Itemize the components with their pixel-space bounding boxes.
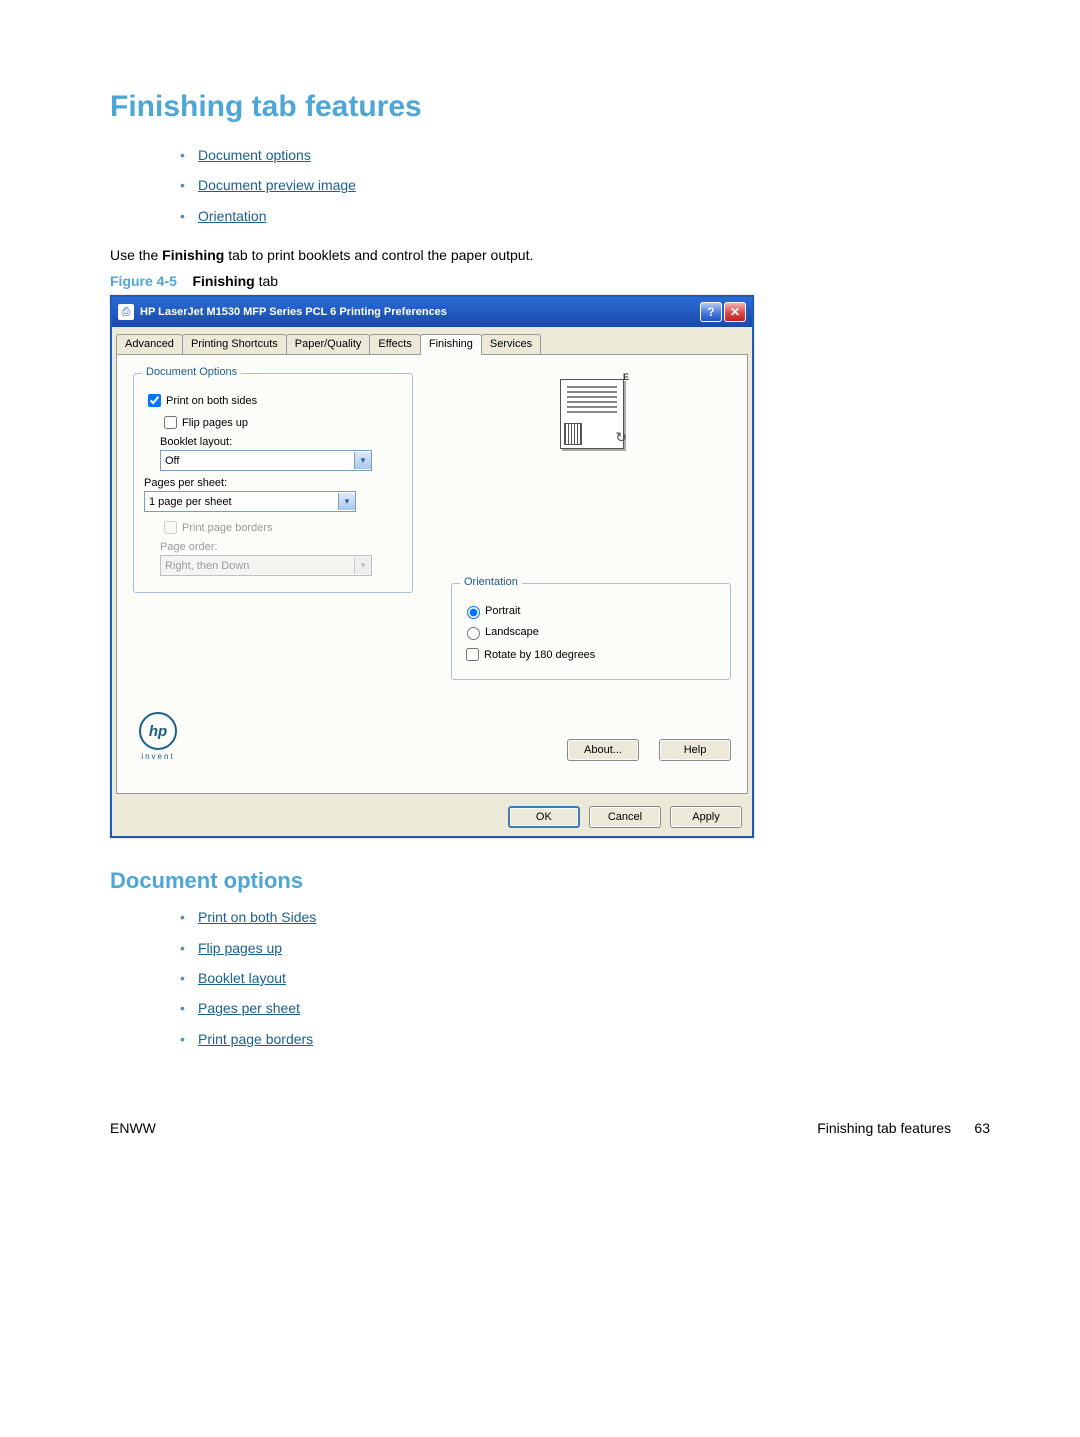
tab-services[interactable]: Services bbox=[481, 334, 541, 355]
link-orientation[interactable]: Orientation bbox=[198, 208, 266, 224]
tab-finishing[interactable]: Finishing bbox=[420, 334, 482, 355]
dialog-button-row: OK Cancel Apply bbox=[112, 798, 752, 836]
link-flip-pages-up[interactable]: Flip pages up bbox=[198, 940, 282, 956]
tab-advanced[interactable]: Advanced bbox=[116, 334, 183, 355]
portrait-label: Portrait bbox=[485, 605, 520, 617]
intro-post: tab to print booklets and control the pa… bbox=[224, 247, 533, 263]
footer-section-title: Finishing tab features bbox=[817, 1120, 951, 1136]
tab-body: Document Options Print on both sides Fli… bbox=[116, 354, 748, 794]
page-footer: ENWW Finishing tab features 63 bbox=[110, 1120, 990, 1136]
flip-pages-up-checkbox[interactable] bbox=[164, 416, 177, 429]
landscape-radio[interactable] bbox=[467, 627, 480, 640]
ok-button[interactable]: OK bbox=[508, 806, 580, 828]
booklet-layout-label: Booklet layout: bbox=[160, 436, 402, 448]
print-page-borders-checkbox bbox=[164, 521, 177, 534]
flip-pages-up-label: Flip pages up bbox=[182, 417, 248, 429]
flip-pages-up-row[interactable]: Flip pages up bbox=[160, 413, 402, 432]
print-both-sides-label: Print on both sides bbox=[166, 395, 257, 407]
link-document-preview-image[interactable]: Document preview image bbox=[198, 177, 356, 193]
chevron-down-icon: ▾ bbox=[354, 557, 371, 574]
tab-printing-shortcuts[interactable]: Printing Shortcuts bbox=[182, 334, 287, 355]
print-page-borders-label: Print page borders bbox=[182, 522, 273, 534]
intro-bold: Finishing bbox=[162, 247, 224, 263]
print-preferences-dialog: ⎙ HP LaserJet M1530 MFP Series PCL 6 Pri… bbox=[110, 295, 754, 838]
cancel-button[interactable]: Cancel bbox=[589, 806, 661, 828]
sub-link-list: Print on both Sides Flip pages up Bookle… bbox=[110, 906, 990, 1050]
print-page-borders-row: Print page borders bbox=[160, 518, 402, 537]
footer-left: ENWW bbox=[110, 1120, 156, 1136]
pages-per-sheet-label: Pages per sheet: bbox=[144, 477, 402, 489]
figure-label: Figure 4-5 bbox=[110, 273, 177, 289]
figure-title-bold: Finishing bbox=[192, 273, 254, 289]
about-button[interactable]: About... bbox=[567, 739, 639, 761]
page-order-label: Page order: bbox=[160, 541, 402, 553]
document-options-legend: Document Options bbox=[142, 366, 241, 378]
print-both-sides-checkbox[interactable] bbox=[148, 394, 161, 407]
page-number: 63 bbox=[974, 1120, 990, 1136]
link-booklet-layout[interactable]: Booklet layout bbox=[198, 970, 286, 986]
tab-effects[interactable]: Effects bbox=[369, 334, 420, 355]
link-print-both-sides[interactable]: Print on both Sides bbox=[198, 909, 316, 925]
page-order-combo: Right, then Down ▾ bbox=[160, 555, 372, 576]
page-title: Finishing tab features bbox=[110, 90, 990, 124]
orientation-legend: Orientation bbox=[460, 576, 522, 588]
titlebar-close-button[interactable]: ✕ bbox=[724, 302, 746, 322]
titlebar: ⎙ HP LaserJet M1530 MFP Series PCL 6 Pri… bbox=[112, 297, 752, 327]
tab-paper-quality[interactable]: Paper/Quality bbox=[286, 334, 371, 355]
chevron-down-icon: ▾ bbox=[354, 452, 371, 469]
landscape-label: Landscape bbox=[485, 626, 539, 638]
hp-logo-icon: hp bbox=[139, 712, 177, 750]
document-options-group: Document Options Print on both sides Fli… bbox=[133, 373, 413, 593]
hp-logo: hp invent bbox=[133, 712, 183, 761]
apply-button[interactable]: Apply bbox=[670, 806, 742, 828]
rotate-label: Rotate by 180 degrees bbox=[484, 649, 595, 661]
footer-right: Finishing tab features 63 bbox=[817, 1120, 990, 1136]
rotate-checkbox[interactable] bbox=[466, 648, 479, 661]
pages-per-sheet-value: 1 page per sheet bbox=[145, 496, 338, 508]
orientation-group: Orientation Portrait Landscape Rotate by… bbox=[451, 583, 731, 680]
help-button[interactable]: Help bbox=[659, 739, 731, 761]
flip-arrow-icon: ↻ bbox=[615, 429, 627, 446]
link-print-page-borders[interactable]: Print page borders bbox=[198, 1031, 313, 1047]
intro-pre: Use the bbox=[110, 247, 162, 263]
booklet-layout-value: Off bbox=[161, 455, 354, 467]
link-pages-per-sheet[interactable]: Pages per sheet bbox=[198, 1000, 300, 1016]
portrait-radio[interactable] bbox=[467, 606, 480, 619]
pages-per-sheet-combo[interactable]: 1 page per sheet ▾ bbox=[144, 491, 356, 512]
figure-title-rest: tab bbox=[255, 273, 278, 289]
chevron-down-icon: ▾ bbox=[338, 493, 355, 510]
intro-paragraph: Use the Finishing tab to print booklets … bbox=[110, 247, 990, 263]
rotate-row[interactable]: Rotate by 180 degrees bbox=[462, 645, 720, 664]
link-document-options[interactable]: Document options bbox=[198, 147, 311, 163]
landscape-row[interactable]: Landscape bbox=[462, 624, 720, 640]
figure-caption: Figure 4-5 Finishing tab bbox=[110, 273, 990, 289]
booklet-layout-combo[interactable]: Off ▾ bbox=[160, 450, 372, 471]
printer-icon: ⎙ bbox=[118, 304, 134, 320]
intro-link-list: Document options Document preview image … bbox=[110, 144, 990, 227]
titlebar-help-button[interactable]: ? bbox=[700, 302, 722, 322]
dialog-title: HP LaserJet M1530 MFP Series PCL 6 Print… bbox=[140, 306, 698, 318]
page-order-value: Right, then Down bbox=[161, 560, 354, 572]
document-preview-image: ↻ bbox=[546, 373, 636, 453]
document-options-heading: Document options bbox=[110, 868, 990, 894]
hp-invent-label: invent bbox=[133, 752, 183, 761]
print-both-sides-row[interactable]: Print on both sides bbox=[144, 391, 402, 410]
tabstrip: Advanced Printing Shortcuts Paper/Qualit… bbox=[112, 327, 752, 354]
portrait-row[interactable]: Portrait bbox=[462, 603, 720, 619]
